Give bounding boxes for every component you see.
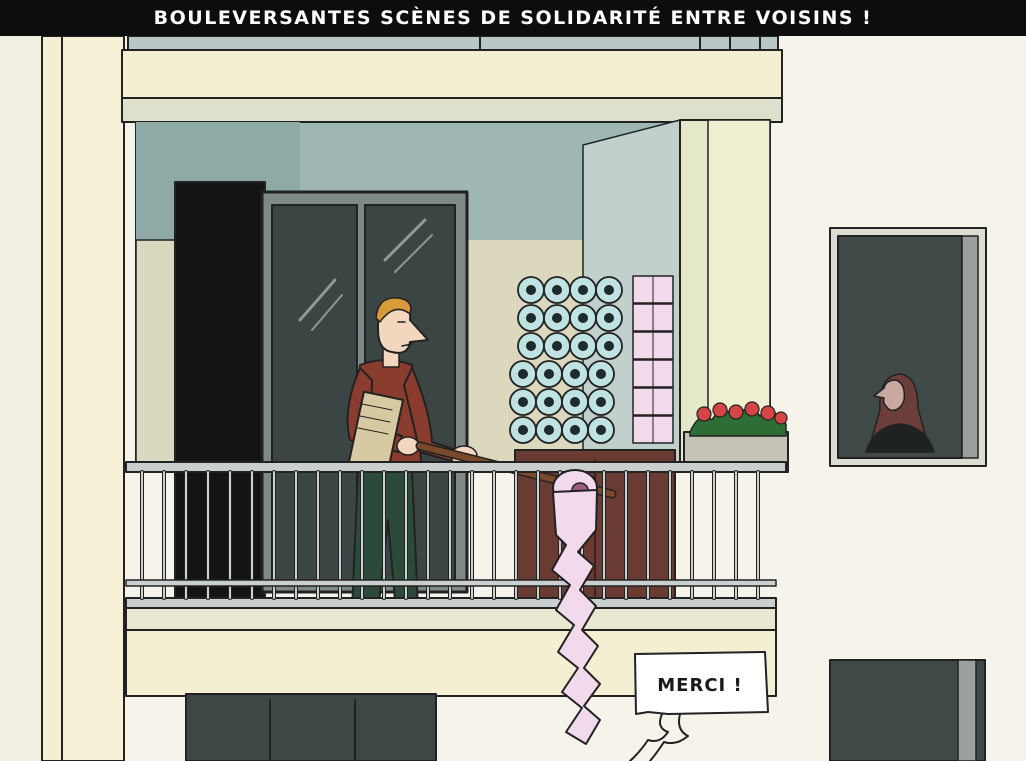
toilet-roll-core (578, 341, 588, 351)
balcony-illustration: MERCI ! (0, 35, 1026, 761)
toilet-roll-core (596, 425, 606, 435)
toilet-roll-core (544, 397, 554, 407)
toilet-roll-core (578, 285, 588, 295)
toilet-roll-core (604, 341, 614, 351)
toilet-roll-core (604, 313, 614, 323)
neighbor-window (829, 227, 987, 467)
toilet-roll-core (552, 313, 562, 323)
toilet-roll-core (518, 397, 528, 407)
toilet-roll-core (570, 397, 580, 407)
left-column (61, 35, 125, 761)
upper-balcony (121, 35, 783, 123)
toilet-roll-core (526, 313, 536, 323)
toilet-roll-core (596, 397, 606, 407)
toilet-roll-core (552, 285, 562, 295)
toilet-roll-core (596, 369, 606, 379)
toilet-roll-core (518, 369, 528, 379)
comic-panel: BOULEVERSANTES SCÈNES DE SOLIDARITÉ ENTR… (0, 0, 1026, 761)
toilet-roll-core (570, 425, 580, 435)
lower-window (185, 693, 437, 761)
toilet-roll-core (570, 369, 580, 379)
left-pillar (41, 35, 63, 761)
toilet-roll-core (526, 341, 536, 351)
railing-lower-rail (125, 579, 777, 587)
toilet-roll-core (526, 285, 536, 295)
toilet-roll-core (604, 285, 614, 295)
speech-bubble-text: MERCI ! (657, 675, 742, 696)
toilet-roll-core (544, 369, 554, 379)
left-edge (0, 36, 42, 761)
toilet-roll-core (552, 341, 562, 351)
toilet-roll-core (544, 425, 554, 435)
caption-title: BOULEVERSANTES SCÈNES DE SOLIDARITÉ ENTR… (153, 7, 873, 29)
toilet-roll-core (578, 313, 588, 323)
caption-bar: BOULEVERSANTES SCÈNES DE SOLIDARITÉ ENTR… (0, 0, 1026, 36)
toilet-roll-core (518, 425, 528, 435)
